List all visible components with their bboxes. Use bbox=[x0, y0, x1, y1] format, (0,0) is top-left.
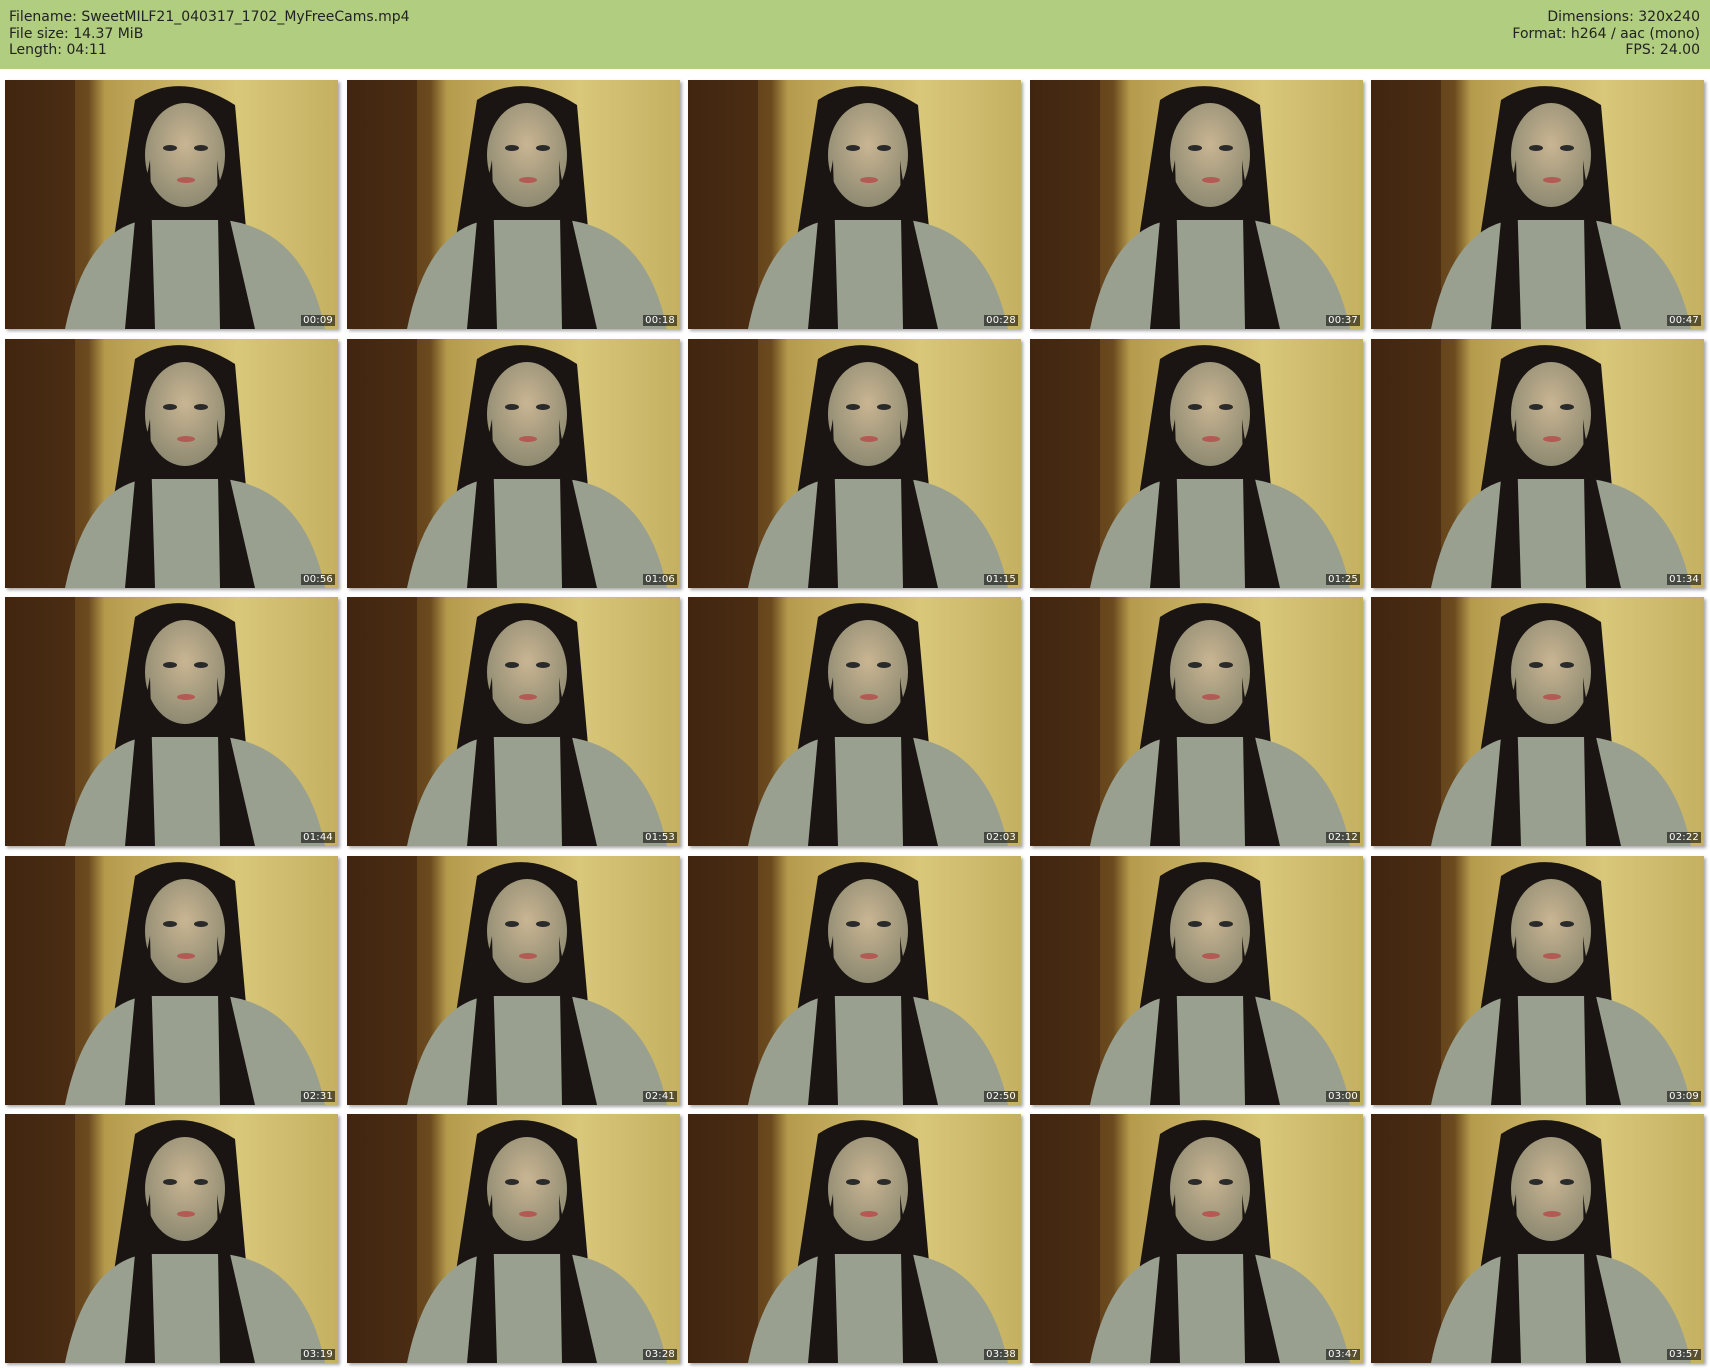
video-frame-image bbox=[1030, 1114, 1363, 1363]
video-frame-image bbox=[1030, 597, 1363, 846]
format-line: Format: h264 / aac (mono) bbox=[1512, 26, 1700, 43]
timestamp-label: 01:34 bbox=[1667, 574, 1701, 585]
dimensions-line: Dimensions: 320x240 bbox=[1512, 9, 1700, 26]
timestamp-label: 02:03 bbox=[984, 832, 1018, 843]
file-info-left: Filename: SweetMILF21_040317_1702_MyFree… bbox=[9, 9, 410, 59]
filename-value: SweetMILF21_040317_1702_MyFreeCams.mp4 bbox=[81, 9, 410, 25]
timestamp-label: 01:44 bbox=[301, 832, 335, 843]
thumbnail-frame: 01:25 bbox=[1030, 339, 1363, 588]
timestamp-label: 02:41 bbox=[643, 1091, 677, 1102]
thumbnail-frame: 00:47 bbox=[1371, 80, 1704, 329]
timestamp-label: 03:19 bbox=[301, 1349, 335, 1360]
video-frame-image bbox=[5, 339, 338, 588]
thumbnail-frame: 03:38 bbox=[688, 1114, 1021, 1363]
dimensions-label: Dimensions: bbox=[1547, 9, 1634, 25]
video-frame-image bbox=[347, 1114, 680, 1363]
thumbnail-frame: 01:06 bbox=[347, 339, 680, 588]
video-frame-image bbox=[347, 339, 680, 588]
timestamp-label: 02:50 bbox=[984, 1091, 1018, 1102]
video-frame-image bbox=[1030, 80, 1363, 329]
timestamp-label: 02:12 bbox=[1326, 832, 1360, 843]
thumbnail-frame: 02:31 bbox=[5, 856, 338, 1105]
file-info-right: Dimensions: 320x240 Format: h264 / aac (… bbox=[1512, 9, 1700, 59]
timestamp-label: 01:25 bbox=[1326, 574, 1360, 585]
format-label: Format: bbox=[1512, 25, 1567, 42]
video-frame-image bbox=[1030, 856, 1363, 1105]
thumbnail-frame: 00:09 bbox=[5, 80, 338, 329]
thumbnail-frame: 03:19 bbox=[5, 1114, 338, 1363]
timestamp-label: 00:09 bbox=[301, 315, 335, 326]
video-frame-image bbox=[5, 80, 338, 329]
contact-sheet-header: Filename: SweetMILF21_040317_1702_MyFree… bbox=[0, 0, 1710, 69]
thumbnail-frame: 01:34 bbox=[1371, 339, 1704, 588]
video-frame-image bbox=[688, 1114, 1021, 1363]
timestamp-label: 02:31 bbox=[301, 1091, 335, 1102]
fps-value: 24.00 bbox=[1659, 42, 1700, 58]
thumbnail-frame: 02:50 bbox=[688, 856, 1021, 1105]
video-frame-image bbox=[5, 1114, 338, 1363]
thumbnail-frame: 03:47 bbox=[1030, 1114, 1363, 1363]
timestamp-label: 00:18 bbox=[643, 315, 677, 326]
thumbnail-frame: 02:12 bbox=[1030, 597, 1363, 846]
timestamp-label: 01:15 bbox=[984, 574, 1018, 585]
thumbnail-frame: 02:03 bbox=[688, 597, 1021, 846]
timestamp-label: 00:37 bbox=[1326, 315, 1360, 326]
thumbnail-frame: 03:00 bbox=[1030, 856, 1363, 1105]
dimensions-value: 320x240 bbox=[1638, 9, 1700, 25]
thumbnail-frame: 03:28 bbox=[347, 1114, 680, 1363]
timestamp-label: 03:09 bbox=[1667, 1091, 1701, 1102]
thumbnail-frame: 02:41 bbox=[347, 856, 680, 1105]
fps-line: FPS: 24.00 bbox=[1512, 42, 1700, 59]
length-value: 04:11 bbox=[66, 42, 107, 58]
video-frame-image bbox=[688, 339, 1021, 588]
timestamp-label: 00:28 bbox=[984, 315, 1018, 326]
timestamp-label: 01:06 bbox=[643, 574, 677, 585]
length-label: Length: bbox=[9, 42, 63, 58]
filename-label: Filename: bbox=[9, 9, 77, 25]
video-frame-image bbox=[688, 80, 1021, 329]
video-frame-image bbox=[1371, 856, 1704, 1105]
filesize-label: File size: bbox=[9, 25, 69, 42]
video-frame-image bbox=[1371, 597, 1704, 846]
timestamp-label: 00:47 bbox=[1667, 315, 1701, 326]
thumbnail-frame: 01:15 bbox=[688, 339, 1021, 588]
filesize-line: File size: 14.37 MiB bbox=[9, 26, 410, 43]
video-frame-image bbox=[1371, 1114, 1704, 1363]
timestamp-label: 03:28 bbox=[643, 1349, 677, 1360]
thumbnail-frame: 00:28 bbox=[688, 80, 1021, 329]
timestamp-label: 02:22 bbox=[1667, 832, 1701, 843]
filename-line: Filename: SweetMILF21_040317_1702_MyFree… bbox=[9, 9, 410, 26]
thumbnail-frame: 02:22 bbox=[1371, 597, 1704, 846]
timestamp-label: 00:56 bbox=[301, 574, 335, 585]
thumbnail-frame: 03:57 bbox=[1371, 1114, 1704, 1363]
thumbnail-frame: 03:09 bbox=[1371, 856, 1704, 1105]
thumbnail-frame: 00:18 bbox=[347, 80, 680, 329]
video-frame-image bbox=[5, 597, 338, 846]
video-frame-image bbox=[1371, 339, 1704, 588]
timestamp-label: 03:47 bbox=[1326, 1349, 1360, 1360]
video-frame-image bbox=[347, 856, 680, 1105]
thumbnail-frame: 01:44 bbox=[5, 597, 338, 846]
fps-label: FPS: bbox=[1625, 42, 1656, 58]
video-frame-image bbox=[347, 80, 680, 329]
video-frame-image bbox=[5, 856, 338, 1105]
thumbnail-grid: 00:09 00:18 00:28 00:37 00:47 00:56 01:0… bbox=[5, 80, 1705, 1365]
thumbnail-frame: 01:53 bbox=[347, 597, 680, 846]
video-frame-image bbox=[347, 597, 680, 846]
thumbnail-frame: 00:37 bbox=[1030, 80, 1363, 329]
filesize-value: 14.37 MiB bbox=[73, 25, 144, 42]
format-value: h264 / aac (mono) bbox=[1570, 25, 1700, 42]
timestamp-label: 01:53 bbox=[643, 832, 677, 843]
timestamp-label: 03:00 bbox=[1326, 1091, 1360, 1102]
thumbnail-frame: 00:56 bbox=[5, 339, 338, 588]
timestamp-label: 03:38 bbox=[984, 1349, 1018, 1360]
video-frame-image bbox=[1030, 339, 1363, 588]
video-frame-image bbox=[1371, 80, 1704, 329]
video-frame-image bbox=[688, 856, 1021, 1105]
video-frame-image bbox=[688, 597, 1021, 846]
timestamp-label: 03:57 bbox=[1667, 1349, 1701, 1360]
length-line: Length: 04:11 bbox=[9, 42, 410, 59]
